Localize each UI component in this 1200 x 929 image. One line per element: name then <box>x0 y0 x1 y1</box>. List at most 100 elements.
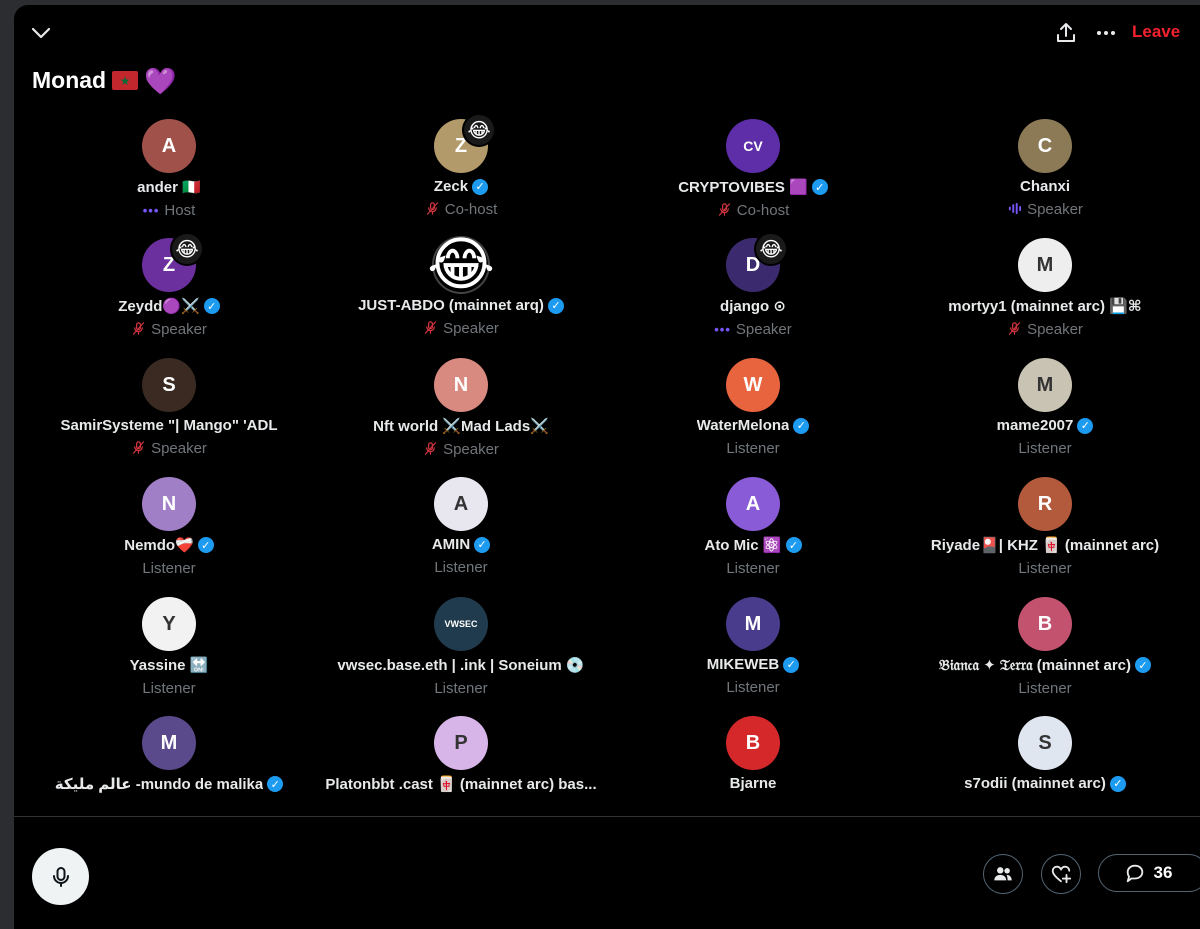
participant-role: Listener <box>726 440 780 457</box>
mic-off-icon <box>425 201 440 218</box>
participant-card[interactable]: B Bjarne <box>607 716 899 792</box>
participant-name: Yassine 🔛 <box>129 657 209 674</box>
avatar[interactable]: R <box>1018 477 1072 531</box>
avatar[interactable]: N <box>142 477 196 531</box>
participant-role-row: Speaker <box>423 320 499 337</box>
participant-card[interactable]: S SamirSysteme "| Mango" 'ADL Speaker <box>23 358 315 457</box>
participant-card[interactable]: C Chanxi Speaker <box>899 119 1191 218</box>
avatar[interactable]: A <box>434 477 488 531</box>
mic-off-icon <box>717 202 732 219</box>
avatar[interactable]: D 😂 <box>726 232 788 292</box>
avatar-initial: W <box>743 373 763 396</box>
participant-role: Speaker <box>735 321 792 338</box>
participant-card[interactable]: Z 😂 Zeck ✓ Co-host <box>315 113 607 218</box>
verified-badge-icon: ✓ <box>1077 417 1094 434</box>
participant-role: Co-host <box>736 202 790 219</box>
participant-name-row: Zeck ✓ <box>433 178 489 195</box>
avatar[interactable]: S <box>142 358 196 412</box>
participant-card[interactable]: P Platonbbt .cast 🀄 (mainnet arc) bas... <box>315 716 607 793</box>
mic-button[interactable] <box>32 848 89 905</box>
avatar[interactable]: M <box>1018 358 1072 412</box>
host-dots-icon: ••• <box>714 322 731 337</box>
participant-name: WaterMelona <box>696 417 790 434</box>
participant-card[interactable]: W WaterMelona ✓ Listener <box>607 358 899 457</box>
participant-role-row: Co-host <box>717 202 790 219</box>
avatar[interactable]: M <box>142 716 196 770</box>
avatar[interactable]: CV <box>726 119 780 173</box>
participant-card[interactable]: M MIKEWEB ✓ Listener <box>607 597 899 696</box>
avatar-initial: P <box>454 731 468 754</box>
participant-name: SamirSysteme "| Mango" 'ADL <box>60 417 278 434</box>
participant-card[interactable]: N Nemdo❤️‍🩹 ✓ Listener <box>23 477 315 577</box>
participant-card[interactable]: Ss7odii (mainnet arc) ✓ <box>899 716 1191 792</box>
avatar[interactable]: S <box>1018 716 1072 770</box>
verified-badge-icon: ✓ <box>1135 657 1151 673</box>
participant-name: Bjarne <box>729 775 777 792</box>
avatar[interactable]: M <box>726 597 780 651</box>
participant-name: Nemdo❤️‍🩹 <box>124 537 194 554</box>
participant-name-row: Ato Mic ⚛️ ✓ <box>704 536 802 554</box>
participant-card[interactable]: Aander 🇮🇹 ••• Host <box>23 119 315 219</box>
avatar-initial: A <box>161 134 177 157</box>
microphone-icon <box>52 866 69 887</box>
participant-card[interactable]: VWSEC vwsec.base.eth | .ink | Soneium 💿 Li… <box>315 597 607 697</box>
participant-name: s7odii (mainnet arc) <box>964 775 1106 792</box>
participant-name-row: MIKEWEB ✓ <box>707 656 800 673</box>
avatar-initial: S <box>162 373 176 396</box>
people-button[interactable] <box>983 854 1023 894</box>
avatar[interactable]: VWSEC <box>434 597 488 651</box>
participant-card[interactable]: Mmortyy1 (mainnet arc) 💾⌘ Speaker <box>899 238 1191 338</box>
participant-role-row: Listener <box>434 680 487 697</box>
avatar[interactable]: 😂 <box>427 236 495 294</box>
participant-role: Speaker <box>443 441 499 458</box>
participant-card[interactable]: R Riyade🎴| KHZ 🀄 (mainnet arc) Listener <box>899 477 1191 577</box>
avatar-initial: A <box>745 492 761 515</box>
avatar-initial: M <box>1036 253 1054 276</box>
avatar[interactable]: B <box>726 716 780 770</box>
mic-off-icon <box>131 321 146 338</box>
participant-name: mame2007 <box>996 417 1074 434</box>
avatar[interactable]: Z 😂 <box>434 113 496 173</box>
participant-card[interactable]: CV CRYPTOVIBES 🟪 ✓ Co-host <box>607 119 899 219</box>
avatar-initial: B <box>745 731 761 754</box>
avatar[interactable]: W <box>726 358 780 412</box>
avatar[interactable]: Y <box>142 597 196 651</box>
participant-role-row: Speaker <box>1007 321 1083 338</box>
participant-card[interactable]: Mmame2007 ✓ Listener <box>899 358 1191 457</box>
mic-off-icon <box>1007 321 1022 338</box>
participant-card[interactable]: B 𝔅𝔦𝔞𝔫𝔠𝔞 ✦ 𝔗𝔢𝔯𝔯𝔞 (mainnet arc) ✓ Listener <box>899 597 1191 697</box>
participant-role: Listener <box>142 560 196 577</box>
participant-name: Ato Mic ⚛️ <box>704 537 782 554</box>
reactions-button[interactable] <box>1041 854 1081 894</box>
participant-role-row: Speaker <box>1007 201 1083 218</box>
avatar[interactable]: B <box>1018 597 1072 651</box>
participant-card[interactable]: A Ato Mic ⚛️ ✓ Listener <box>607 477 899 577</box>
participant-role: Listener <box>1018 560 1072 577</box>
participant-card[interactable]: A AMIN ✓ Listener <box>315 477 607 576</box>
avatar[interactable]: Z 😂 <box>142 232 204 292</box>
avatar[interactable]: P <box>434 716 488 770</box>
participant-name-row: 𝔅𝔦𝔞𝔫𝔠𝔞 ✦ 𝔗𝔢𝔯𝔯𝔞 (mainnet arc) ✓ <box>939 656 1151 674</box>
avatar[interactable]: M <box>1018 238 1072 292</box>
participant-card[interactable]: 😂 JUST-ABDO (mainnet arq) ✓ Speaker <box>315 236 607 337</box>
avatar[interactable]: A <box>142 119 196 173</box>
participant-name: AMIN <box>431 536 471 553</box>
participant-card[interactable]: Z 😂 Zeydd🟣⚔️ ✓ Speaker <box>23 232 315 338</box>
space-panel: Leave Monad ★ 💜 Aander 🇮🇹 ••• Host Z 😂 Zeck ✓ C… <box>14 5 1200 929</box>
verified-badge-icon: ✓ <box>783 656 800 673</box>
avatar[interactable]: N <box>434 358 488 412</box>
participants-grid: Aander 🇮🇹 ••• Host Z 😂 Zeck ✓ Co-host CV CRYPTOVI… <box>14 5 1200 805</box>
participant-name: Zeck <box>433 178 469 195</box>
participant-card[interactable]: M عالم مليكة -mundo de malika ✓ <box>23 716 315 793</box>
avatar-initial: VWSEC <box>444 619 478 629</box>
avatar[interactable]: C <box>1018 119 1072 173</box>
participant-card[interactable]: Y Yassine 🔛 Listener <box>23 597 315 697</box>
participant-name: Platonbbt .cast 🀄 (mainnet arc) bas... <box>325 776 597 793</box>
comments-button[interactable]: 36 <box>1098 854 1200 892</box>
participant-role-row: Speaker <box>131 321 207 338</box>
avatar[interactable]: A <box>726 477 780 531</box>
avatar-initial: CV <box>743 138 763 154</box>
participant-card[interactable]: D 😂 django ⊙ ••• Speaker <box>607 232 899 338</box>
participant-card[interactable]: N Nft world ⚔️Mad Lads⚔️ Speaker <box>315 358 607 458</box>
verified-badge-icon: ✓ <box>811 179 828 195</box>
